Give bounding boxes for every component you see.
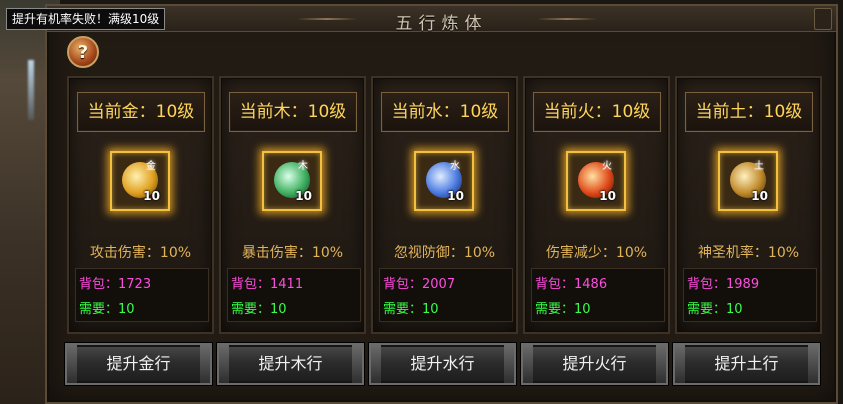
panel-title: 五行炼体: [395, 14, 488, 34]
element-level-header: 当前火：10级: [533, 92, 661, 132]
metal-orb-icon[interactable]: 金 10: [110, 151, 170, 211]
bag-count: 背包：1411: [231, 277, 304, 292]
upgrade-wood-button[interactable]: 提升木行: [217, 343, 364, 385]
earth-orb-icon[interactable]: 土 10: [718, 151, 778, 211]
status-tooltip: 提升有机率失败！满级10级: [6, 8, 166, 30]
item-level-badge: 10: [599, 189, 616, 203]
element-level-header: 当前土：10级: [685, 92, 813, 132]
element-effect: 神圣机率：10%: [697, 245, 800, 261]
element-stats: 背包：1411 需要：10: [227, 268, 361, 322]
item-level-badge: 10: [751, 189, 768, 203]
fire-orb-icon[interactable]: 火 10: [566, 151, 626, 211]
required-count: 需要：10: [231, 302, 287, 317]
element-card-earth: 当前土：10级 土 10 神圣机率：10% 背包：1989 需要：10: [675, 76, 822, 334]
wood-orb-icon[interactable]: 木 10: [262, 151, 322, 211]
element-effect: 暴击伤害：10%: [241, 245, 344, 261]
item-level-badge: 10: [295, 189, 312, 203]
required-count: 需要：10: [687, 302, 743, 317]
water-orb-icon[interactable]: 水 10: [414, 151, 474, 211]
element-stats: 背包：1989 需要：10: [683, 268, 817, 322]
upgrade-fire-button[interactable]: 提升火行: [521, 343, 668, 385]
bag-count: 背包：1989: [687, 277, 760, 292]
element-effect: 忽视防御：10%: [393, 245, 496, 261]
required-count: 需要：10: [79, 302, 135, 317]
help-icon[interactable]: ?: [67, 36, 99, 68]
element-card-fire: 当前火：10级 火 10 伤害减少：10% 背包：1486 需要：10: [523, 76, 670, 334]
bag-count: 背包：1723: [79, 277, 152, 292]
item-level-badge: 10: [143, 189, 160, 203]
panel-title-bar[interactable]: 五行炼体: [47, 6, 836, 34]
element-card-water: 当前水：10级 水 10 忽视防御：10% 背包：2007 需要：10: [371, 76, 518, 334]
element-card-metal: 当前金：10级 金 10 攻击伤害：10% 背包：1723 需要：10: [67, 76, 214, 334]
element-card-wood: 当前木：10级 木 10 暴击伤害：10% 背包：1411 需要：10: [219, 76, 366, 334]
element-effect: 伤害减少：10%: [545, 245, 648, 261]
element-level-header: 当前金：10级: [77, 92, 205, 132]
element-stats: 背包：1723 需要：10: [75, 268, 209, 322]
element-level-header: 当前水：10级: [381, 92, 509, 132]
close-button[interactable]: [814, 8, 832, 30]
element-stats: 背包：1486 需要：10: [531, 268, 665, 322]
required-count: 需要：10: [535, 302, 591, 317]
upgrade-metal-button[interactable]: 提升金行: [65, 343, 212, 385]
upgrade-earth-button[interactable]: 提升土行: [673, 343, 820, 385]
element-effect: 攻击伤害：10%: [89, 245, 192, 261]
bag-count: 背包：2007: [383, 277, 456, 292]
element-level-header: 当前木：10级: [229, 92, 357, 132]
required-count: 需要：10: [383, 302, 439, 317]
title-ornament-right: [537, 18, 597, 20]
bag-count: 背包：1486: [535, 277, 608, 292]
element-stats: 背包：2007 需要：10: [379, 268, 513, 322]
world-light-beam: [28, 60, 34, 120]
upgrade-water-button[interactable]: 提升水行: [369, 343, 516, 385]
five-elements-panel: 五行炼体 ? 当前金：10级 金 10 攻击伤害：10% 背包：1723 需要：…: [45, 4, 838, 404]
item-level-badge: 10: [447, 189, 464, 203]
